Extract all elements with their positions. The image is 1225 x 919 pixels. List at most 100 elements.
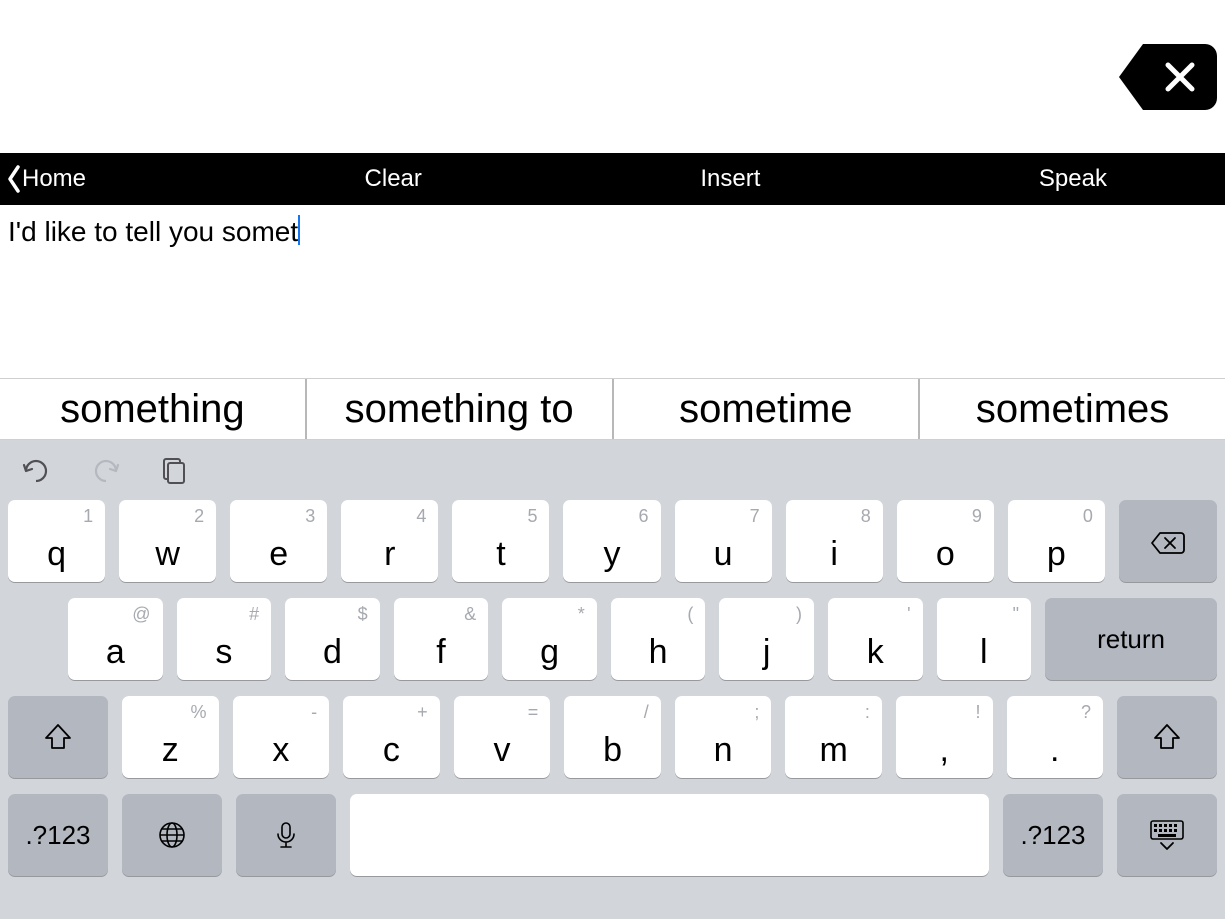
key-r[interactable]: 4r <box>341 500 438 582</box>
key-v[interactable]: =v <box>454 696 551 778</box>
paste-button[interactable] <box>156 453 190 487</box>
redo-button[interactable] <box>88 453 122 487</box>
back-label: Home <box>22 165 86 193</box>
chevron-left-icon <box>6 165 22 193</box>
keyboard-row-2: @a#s$d&f*g(h)j'k"lreturn <box>8 598 1217 680</box>
key-main: o <box>936 535 955 574</box>
key-main: i <box>830 535 838 574</box>
key-g[interactable]: *g <box>502 598 597 680</box>
key-alt: / <box>644 702 649 723</box>
key-main: e <box>269 535 288 574</box>
key-main: g <box>540 633 559 672</box>
key-e[interactable]: 3e <box>230 500 327 582</box>
key-alt: 8 <box>861 506 871 527</box>
suggestion-2[interactable]: something to <box>307 379 614 439</box>
return-key[interactable]: return <box>1045 598 1217 680</box>
key-main: h <box>649 633 668 672</box>
key-i[interactable]: 8i <box>786 500 883 582</box>
key-alt: ) <box>796 604 802 625</box>
key-alt: @ <box>132 604 150 625</box>
key-comma[interactable]: !, <box>896 696 993 778</box>
suggestion-4[interactable]: sometimes <box>920 379 1225 439</box>
shift-key-right[interactable] <box>1117 696 1217 778</box>
key-o[interactable]: 9o <box>897 500 994 582</box>
key-t[interactable]: 5t <box>452 500 549 582</box>
key-a[interactable]: @a <box>68 598 163 680</box>
key-alt: " <box>1013 604 1019 625</box>
key-main: z <box>162 731 179 770</box>
undo-button[interactable] <box>20 453 54 487</box>
backspace-key[interactable] <box>1119 500 1217 582</box>
key-alt: $ <box>358 604 368 625</box>
key-main: y <box>604 535 621 574</box>
key-x[interactable]: -x <box>233 696 330 778</box>
keyboard-row-1: 1q2w3e4r5t6y7u8i9o0p <box>8 500 1217 582</box>
keyboard: 1q2w3e4r5t6y7u8i9o0p @a#s$d&f*g(h)j'k"lr… <box>0 440 1225 919</box>
key-alt: ' <box>907 604 910 625</box>
suggestion-1[interactable]: something <box>0 379 307 439</box>
text-input[interactable]: I'd like to tell you somet <box>0 205 1225 378</box>
key-k[interactable]: 'k <box>828 598 923 680</box>
key-main: c <box>383 731 400 770</box>
clear-button[interactable]: Clear <box>365 165 422 193</box>
key-alt: : <box>865 702 870 723</box>
numkey-label: .?123 <box>25 820 90 851</box>
key-u[interactable]: 7u <box>675 500 772 582</box>
numkey-right[interactable]: .?123 <box>1003 794 1103 876</box>
back-button[interactable]: Home <box>0 165 86 193</box>
key-alt: = <box>528 702 539 723</box>
key-j[interactable]: )j <box>719 598 814 680</box>
key-b[interactable]: /b <box>564 696 661 778</box>
key-alt: - <box>311 702 317 723</box>
dismiss-keyboard-key[interactable] <box>1117 794 1217 876</box>
keyboard-toolbar <box>0 440 1225 500</box>
key-alt: 4 <box>416 506 426 527</box>
key-alt: 7 <box>750 506 760 527</box>
key-alt: % <box>191 702 207 723</box>
key-m[interactable]: :m <box>785 696 882 778</box>
key-main: s <box>215 633 232 672</box>
key-main: w <box>155 535 180 574</box>
insert-button[interactable]: Insert <box>700 165 760 193</box>
key-main: v <box>493 731 510 770</box>
key-q[interactable]: 1q <box>8 500 105 582</box>
key-n[interactable]: ;n <box>675 696 772 778</box>
numkey-left[interactable]: .?123 <box>8 794 108 876</box>
keyboard-row-3: %z-x+c=v/b;n:m!,?. <box>8 696 1217 778</box>
key-w[interactable]: 2w <box>119 500 216 582</box>
key-main: u <box>714 535 733 574</box>
dictation-key[interactable] <box>236 794 336 876</box>
globe-key[interactable] <box>122 794 222 876</box>
key-l[interactable]: "l <box>937 598 1032 680</box>
key-alt: 1 <box>83 506 93 527</box>
text-caret <box>298 215 300 245</box>
key-alt: ; <box>754 702 759 723</box>
key-alt: 5 <box>527 506 537 527</box>
key-main: p <box>1047 535 1066 574</box>
key-main: , <box>939 731 948 770</box>
key-d[interactable]: $d <box>285 598 380 680</box>
key-p[interactable]: 0p <box>1008 500 1105 582</box>
space-key[interactable] <box>350 794 989 876</box>
shift-key-left[interactable] <box>8 696 108 778</box>
speak-button[interactable]: Speak <box>1039 165 1225 193</box>
key-h[interactable]: (h <box>611 598 706 680</box>
key-main: l <box>980 633 988 672</box>
key-z[interactable]: %z <box>122 696 219 778</box>
key-y[interactable]: 6y <box>563 500 660 582</box>
key-main: b <box>603 731 622 770</box>
key-alt: ? <box>1081 702 1091 723</box>
suggestion-3[interactable]: sometime <box>614 379 921 439</box>
close-button[interactable] <box>1143 44 1217 110</box>
key-alt: & <box>464 604 476 625</box>
key-alt: 6 <box>639 506 649 527</box>
shift-icon <box>42 721 74 753</box>
key-s[interactable]: #s <box>177 598 272 680</box>
key-period[interactable]: ?. <box>1007 696 1104 778</box>
key-alt: # <box>249 604 259 625</box>
return-label: return <box>1097 624 1165 655</box>
microphone-icon <box>271 820 301 850</box>
key-c[interactable]: +c <box>343 696 440 778</box>
key-f[interactable]: &f <box>394 598 489 680</box>
key-alt: 0 <box>1083 506 1093 527</box>
